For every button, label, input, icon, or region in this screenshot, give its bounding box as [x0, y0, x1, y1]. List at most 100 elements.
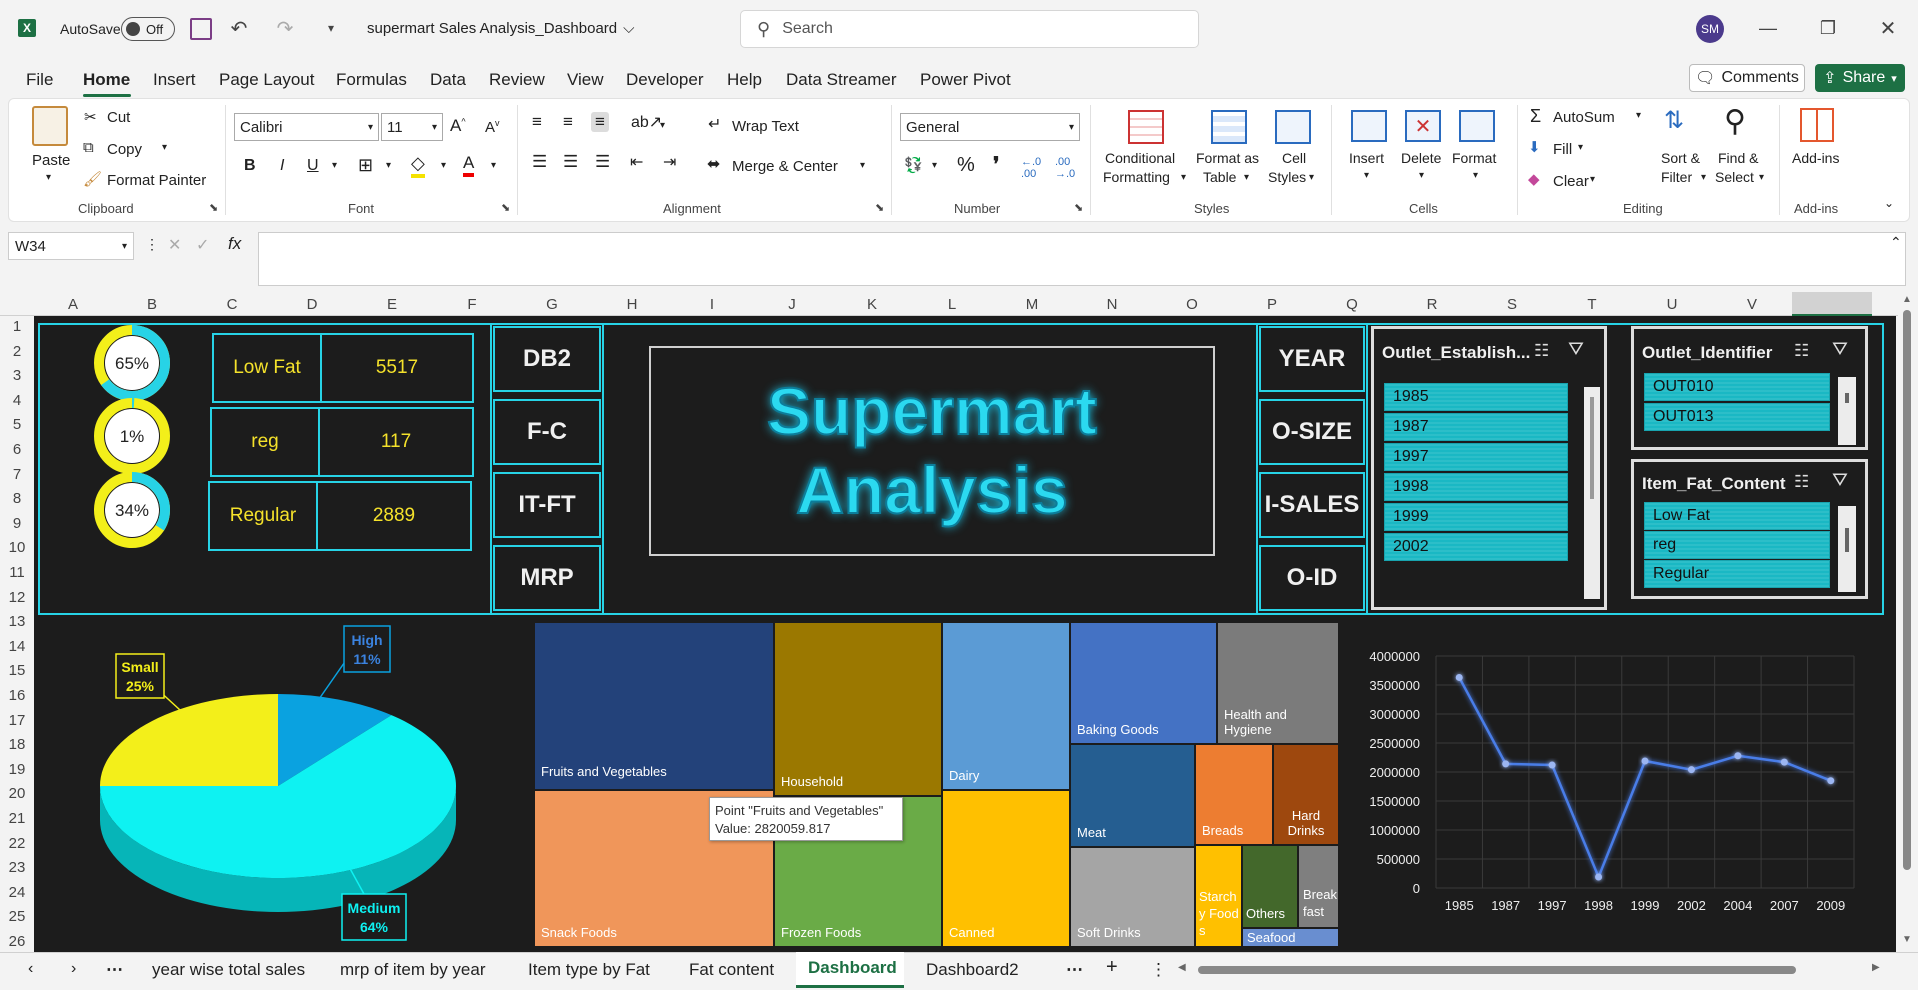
conditional-formatting-label[interactable]: Conditional	[1105, 150, 1175, 166]
cut-label[interactable]: Cut	[107, 109, 130, 126]
chevron-down-icon[interactable]: ▾	[1419, 170, 1424, 181]
column-header-j[interactable]: J	[752, 296, 832, 313]
row-header-25[interactable]: 25	[0, 908, 34, 925]
series-point[interactable]	[1548, 761, 1556, 769]
increase-indent-icon[interactable]: ⇥	[663, 152, 676, 172]
cell-styles-icon[interactable]	[1275, 110, 1311, 144]
series-point[interactable]	[1595, 873, 1603, 881]
chevron-down-icon[interactable]: ▾	[1636, 110, 1641, 121]
restore-icon[interactable]: ❐	[1816, 16, 1840, 40]
row-header-26[interactable]: 26	[0, 933, 34, 950]
series-line[interactable]	[1458, 676, 1832, 881]
treemap-tile-canned[interactable]: Canned	[942, 790, 1070, 947]
scroll-down-icon[interactable]: ▼	[1902, 934, 1912, 945]
treemap-tile-others[interactable]: Others	[1242, 845, 1298, 928]
column-header-l[interactable]: L	[912, 296, 992, 313]
sort-filter-label-2[interactable]: Filter	[1661, 169, 1692, 185]
menu-help[interactable]: Help	[727, 70, 762, 90]
redo-icon[interactable]: ↷	[272, 14, 298, 42]
clear-filter-icon[interactable]: ⛛	[1568, 339, 1584, 361]
slicer-fat-item[interactable]: Low Fat	[1644, 502, 1830, 530]
menu-page-layout[interactable]: Page Layout	[219, 70, 314, 90]
tab-options-icon[interactable]: ⋮	[1150, 960, 1167, 980]
slicer-year-item[interactable]: 1987	[1384, 413, 1568, 441]
conditional-formatting-icon[interactable]	[1128, 110, 1164, 144]
chevron-down-icon[interactable]: ▾	[1364, 170, 1369, 181]
fill-color-chevron-icon[interactable]: ▾	[441, 160, 446, 171]
align-top-icon[interactable]: ≡	[532, 112, 542, 132]
treemap-tile-seafood[interactable]: Seafood	[1242, 928, 1339, 947]
column-header-p[interactable]: P	[1232, 296, 1312, 313]
align-right-icon[interactable]: ☰	[595, 152, 610, 172]
slicer-fat-item[interactable]: Regular	[1644, 560, 1830, 588]
row-header-8[interactable]: 8	[0, 490, 34, 507]
row-header-9[interactable]: 9	[0, 515, 34, 532]
chevron-down-icon[interactable]: ▾	[1578, 142, 1583, 153]
format-as-table-label[interactable]: Format as	[1196, 150, 1259, 166]
row-header-10[interactable]: 10	[0, 539, 34, 556]
slicer-year-item[interactable]: 2002	[1384, 533, 1568, 561]
save-icon[interactable]	[190, 18, 212, 40]
underline-button[interactable]: U	[307, 157, 319, 175]
slicer-fat-item[interactable]: reg	[1644, 531, 1830, 559]
treemap-tile-breads[interactable]: Breads	[1195, 744, 1273, 845]
font-color-icon[interactable]: A	[463, 153, 475, 177]
decrease-decimal-icon[interactable]: .00 →.0	[1055, 156, 1075, 180]
italic-button[interactable]: I	[280, 157, 284, 175]
menu-insert[interactable]: Insert	[153, 70, 196, 90]
column-header-f[interactable]: F	[432, 296, 512, 313]
dialog-launcher-icon[interactable]: ⬊	[209, 201, 218, 214]
comments-button[interactable]: 🗨 Comments	[1689, 64, 1805, 92]
orientation-icon[interactable]: ab↗	[631, 112, 662, 132]
conditional-formatting-label-2[interactable]: Formatting	[1103, 169, 1170, 185]
nav-itft-button[interactable]: IT-FT	[493, 472, 601, 538]
copy-label[interactable]: Copy	[107, 141, 142, 158]
menu-view[interactable]: View	[567, 70, 604, 90]
currency-icon[interactable]: 💱	[904, 156, 923, 174]
treemap-chart[interactable]: Fruits and Vegetables Snack Foods Househ…	[534, 622, 1339, 947]
chevron-down-icon[interactable]: ▾	[1590, 174, 1595, 185]
autosum-icon[interactable]: Σ	[1530, 106, 1541, 127]
paste-icon[interactable]	[32, 106, 68, 146]
increase-decimal-icon[interactable]: ←.0.00	[1021, 156, 1041, 180]
column-header-n[interactable]: N	[1072, 296, 1152, 313]
avatar[interactable]: SM	[1696, 15, 1724, 43]
paste-chevron-icon[interactable]: ▾	[46, 172, 51, 183]
insert-function-button[interactable]: fx	[228, 234, 241, 254]
horizontal-scroll-thumb[interactable]	[1198, 966, 1796, 974]
multi-select-icon[interactable]: ☷	[1794, 472, 1809, 492]
row-header-2[interactable]: 2	[0, 343, 34, 360]
slicer-outlet-item[interactable]: OUT010	[1644, 373, 1830, 401]
series-point[interactable]	[1641, 757, 1649, 765]
autosum-label[interactable]: AutoSum	[1553, 109, 1615, 126]
add-ins-label[interactable]: Add-ins	[1792, 150, 1839, 166]
sort-filter-icon[interactable]: ⇅	[1664, 106, 1684, 135]
orientation-chevron-icon[interactable]: ▾	[660, 120, 665, 131]
eraser-icon[interactable]: ◆	[1528, 170, 1540, 188]
tab-more-icon[interactable]: ⋯	[106, 960, 123, 980]
chevron-down-icon[interactable]: ▾	[1181, 172, 1186, 183]
tab-overflow-icon[interactable]: ⋯	[1066, 960, 1083, 980]
clear-label[interactable]: Clear	[1553, 173, 1589, 190]
column-header-t[interactable]: T	[1552, 296, 1632, 313]
multi-select-icon[interactable]: ☷	[1794, 341, 1809, 361]
chevron-down-icon[interactable]: ▾	[1701, 172, 1706, 183]
scroll-left-icon[interactable]: ◀	[1178, 962, 1186, 973]
column-header-c[interactable]: C	[192, 296, 272, 313]
merge-center-button[interactable]: Merge & Center	[732, 158, 838, 175]
add-sheet-icon[interactable]: +	[1106, 956, 1118, 979]
pie-chart[interactable]: Small 25% High 11% Medium 64%	[74, 616, 534, 946]
row-header-7[interactable]: 7	[0, 466, 34, 483]
dialog-launcher-icon[interactable]: ⬊	[1074, 201, 1083, 214]
menu-home[interactable]: Home	[83, 70, 130, 90]
expand-formula-icon[interactable]: ⌃	[1890, 234, 1902, 251]
column-header-o[interactable]: O	[1152, 296, 1232, 313]
treemap-tile-starchy-foods[interactable]: Starchy Foods	[1195, 845, 1242, 947]
cut-icon[interactable]: ✂	[84, 108, 97, 126]
copy-icon[interactable]: ⧉	[83, 139, 94, 156]
row-header-6[interactable]: 6	[0, 441, 34, 458]
select-all-corner[interactable]	[0, 292, 34, 316]
treemap-tile-hard-drinks[interactable]: Hard Drinks	[1273, 744, 1339, 845]
formula-input[interactable]	[258, 232, 1906, 286]
customize-qat-icon[interactable]: ▾	[322, 16, 340, 40]
